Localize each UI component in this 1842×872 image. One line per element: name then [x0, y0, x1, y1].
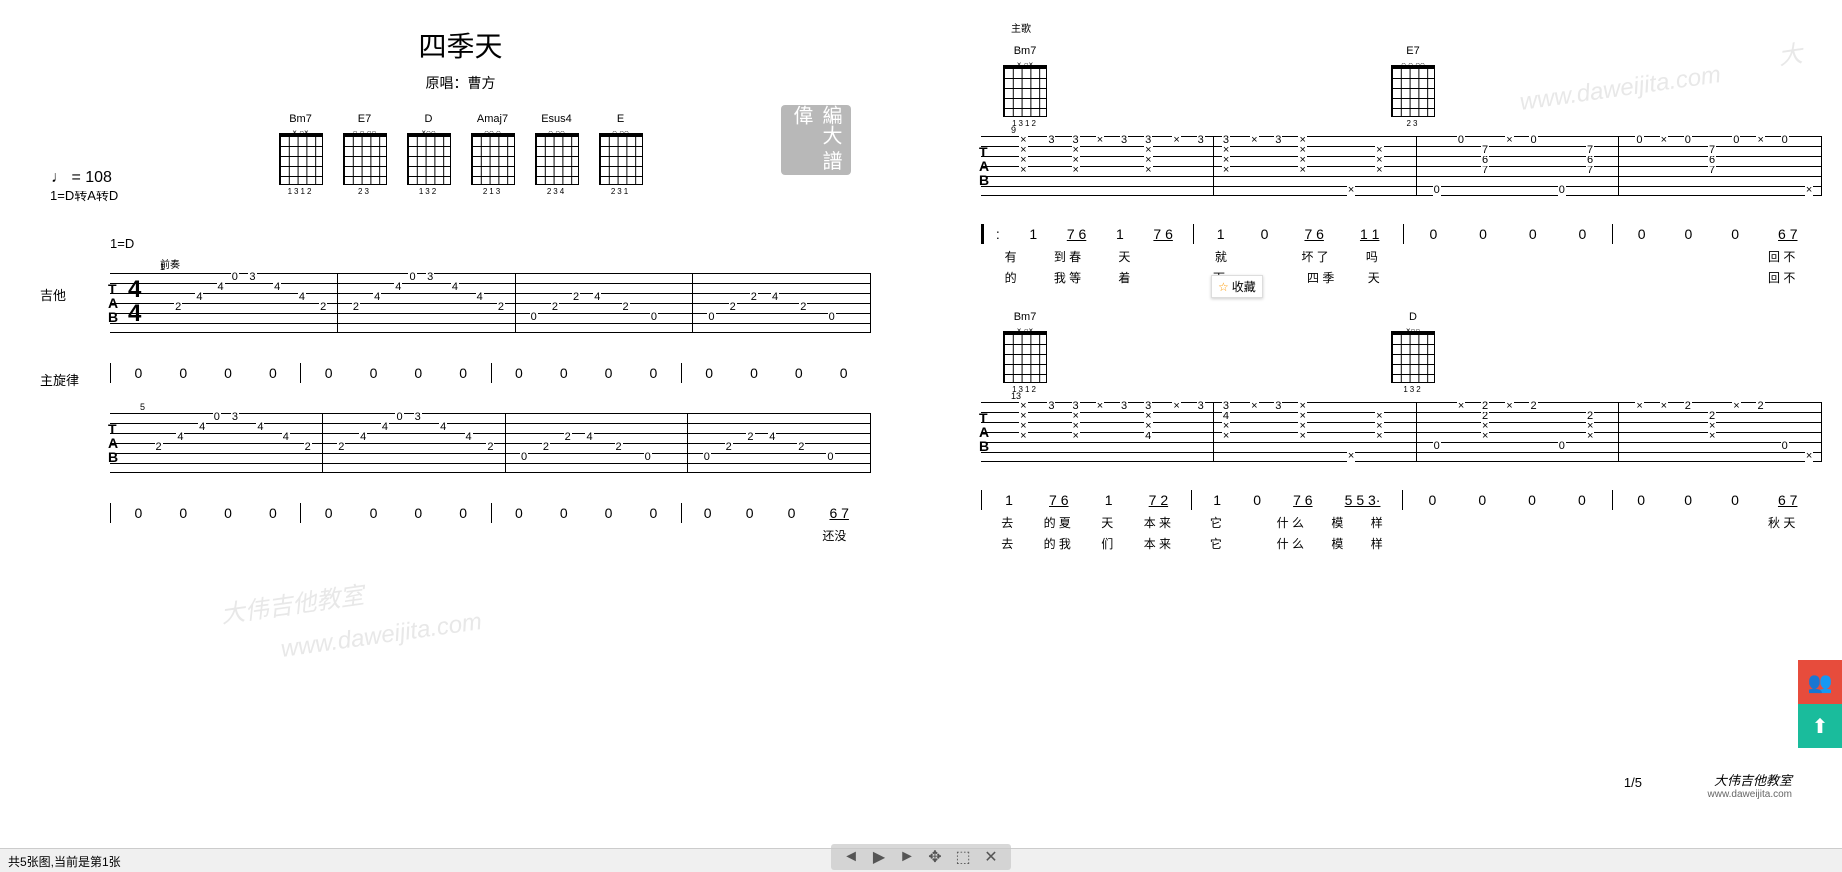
measure: 24403442 [160, 274, 338, 332]
watermark: www.daweijita.com [279, 608, 484, 664]
move-icon: ✥ [928, 847, 941, 867]
chord-reference: Bm7× ○×1312 E7○ ○ ○○23 D×○○132 Amaj7○○ ○… [20, 113, 901, 196]
chord-box: Esus4○ ○○234 [533, 113, 581, 196]
melody-row: 0000 0000 0000 0006 7 [110, 503, 871, 523]
publisher-seal: 編大 譜偉 [781, 105, 851, 175]
tab-staff: TAB 5 24403442 24403442 022420 022420 [110, 413, 871, 473]
play-button[interactable]: ▶ [867, 847, 891, 867]
watermark: 大伟吉他教室 [218, 575, 365, 630]
star-icon: ☆ [1218, 280, 1229, 294]
measure: 24403442 [140, 414, 323, 472]
bpm: ♩ = 108 [50, 165, 113, 191]
tab-indicator: TAB [979, 145, 989, 187]
move-button[interactable]: ✥ [923, 847, 947, 867]
tempo-block: ♩ = 108 4/4 1=D转A转D [50, 165, 118, 207]
chord-inline-row: Bm7× ○×1312 D×○○132 [1001, 311, 1822, 394]
section-label: 前奏 [160, 256, 871, 271]
staff-section-1: 1=D 前奏 吉他 TAB 44 1 24403442 24403442 022… [20, 236, 901, 383]
favorite-button[interactable]: ☆ 收藏 [1211, 275, 1263, 298]
chord-box: D×○○132 [405, 113, 453, 196]
score-page-1: 四季天 原唱：曹方 ♩ = 108 4/4 1=D转A转D 編大 譜偉 Bm7×… [20, 10, 901, 820]
status-text: 共5张图,当前是第1张 [8, 855, 121, 869]
measure: 022420 [506, 414, 689, 472]
tab-indicator: TAB [108, 422, 118, 464]
lyric-row-2: 去的 我们本 来 它什 么模样 [981, 535, 1822, 552]
tab-indicator: TAB [979, 411, 989, 453]
score-page-2: 大 www.daweijita.com 主歌 Bm7× ○×1312 E7○ ○… [941, 10, 1822, 820]
chord-inline-row: Bm7× ○×1312 E7○ ○ ○○23 [1001, 45, 1822, 128]
tab-staff: TAB 13 ×××× 3×××3 ×3 4××3 ×3 ××43 ×3 ×××… [981, 402, 1822, 462]
key-label: 1=D [110, 236, 871, 251]
arrow-up-icon: ⬆ [1812, 714, 1829, 739]
lyric-row: 有到 春天 就坏 了吗 回 不 [981, 248, 1822, 265]
chord-box: Bm7× ○×1312 [277, 113, 325, 196]
lyric-row: 还没 [110, 527, 871, 544]
users-button[interactable]: 👥 [1798, 660, 1842, 704]
song-subtitle: 原唱：曹方 [20, 73, 901, 93]
footer-credit: 大伟吉他教室 www.daweijita.com [1708, 770, 1792, 800]
melody-row: 17 617 2 107 65 5 3· 0000 0006 7 [981, 490, 1822, 510]
prev-button[interactable]: ◄ [839, 847, 863, 867]
chord-box: Amaj7○○ ○213 [469, 113, 517, 196]
section-label: 主歌 [1011, 20, 1822, 35]
next-button[interactable]: ► [895, 847, 919, 867]
expand-button[interactable]: ⬚ [951, 847, 975, 867]
song-title: 四季天 [20, 25, 901, 65]
melody-label: 主旋律 [40, 370, 79, 389]
up-button[interactable]: ⬆ [1798, 704, 1842, 748]
expand-icon: ⬚ [955, 847, 970, 867]
melody-row: :17 617 6 107 61 1 0000 0006 7 [981, 224, 1822, 244]
tab-staff: TAB 9 ×××× 3×××3 ×3 ×××3 ×3 ×××3 ×3 ××××… [981, 136, 1822, 196]
measure: 022420 [516, 274, 694, 332]
play-icon: ▶ [873, 847, 885, 867]
guitar-label: 吉他 [40, 285, 66, 304]
arrow-right-icon: ► [899, 848, 915, 866]
viewer-controls: ◄ ▶ ► ✥ ⬚ ✕ [831, 844, 1011, 870]
close-button[interactable]: ✕ [979, 847, 1003, 867]
tab-staff: TAB 44 1 24403442 24403442 022420 022420 [110, 273, 871, 333]
close-icon: ✕ [984, 847, 997, 867]
measure: 022420 [688, 414, 871, 472]
measure: 24403442 [323, 414, 506, 472]
chord-box: E○ ○○231 [597, 113, 645, 196]
chord-box: E7○ ○ ○○23 [341, 113, 389, 196]
users-icon: 👥 [1808, 670, 1833, 695]
staff-section-2: TAB 5 24403442 24403442 022420 022420 [20, 413, 901, 544]
tab-indicator: TAB [108, 282, 118, 324]
float-sidebar: 👥 ⬆ [1798, 660, 1842, 748]
lyric-row-2: 的我 等着 下 一四 季天 回 不 [981, 269, 1822, 286]
page-number: 1/5 [1624, 775, 1642, 790]
arrow-left-icon: ◄ [843, 848, 859, 866]
time-sig-display: 44 [128, 278, 141, 326]
lyric-row: 去的 夏天本 来 它什 么模样 秋 天 [981, 514, 1822, 531]
measure: 022420 [693, 274, 871, 332]
melody-row: 0000 0000 0000 0000 [110, 363, 871, 383]
measure: 24403442 [338, 274, 516, 332]
